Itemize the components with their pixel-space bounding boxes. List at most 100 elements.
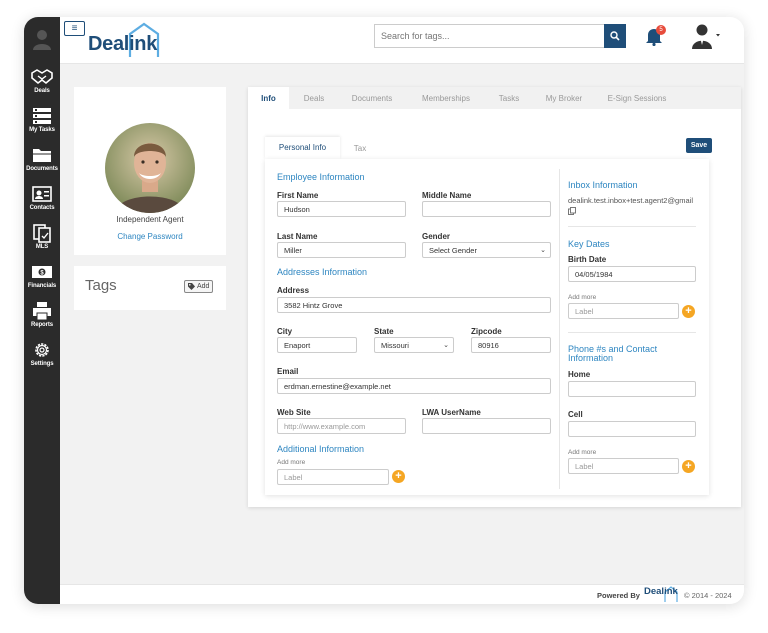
first-name-field[interactable]: Hudson — [277, 201, 406, 217]
search-input[interactable] — [374, 24, 604, 48]
sidebar-item-label: MLS — [35, 244, 49, 250]
sidebar-item-deals[interactable]: Deals — [24, 67, 60, 103]
powered-by-text: Powered By — [597, 591, 640, 600]
chevron-down-icon: ⌄ — [540, 247, 546, 254]
money-icon: $ — [32, 266, 52, 278]
add-more-label: Add more — [277, 459, 306, 466]
sidebar-item-label: My Tasks — [29, 127, 55, 133]
tasks-icon — [33, 108, 51, 124]
lwa-username-field[interactable] — [422, 418, 551, 434]
save-button[interactable]: Save — [686, 138, 712, 153]
copyright-text: © 2014 - 2024 — [684, 591, 732, 600]
address-field[interactable]: 3582 Hintz Grove — [277, 297, 551, 313]
employee-info-title: Employee Information — [277, 172, 365, 182]
zipcode-label: Zipcode — [471, 327, 502, 336]
add-more-label: Add more — [568, 449, 597, 456]
key-dates-divider — [568, 332, 696, 333]
home-phone-field[interactable] — [568, 381, 696, 397]
add-additional-info-button[interactable]: + — [392, 470, 405, 483]
copy-icon[interactable] — [568, 207, 576, 215]
sidebar-item-documents[interactable]: Documents — [24, 145, 60, 181]
column-divider — [559, 169, 560, 489]
sidebar-item-mls[interactable]: MLS — [24, 223, 60, 259]
plus-icon: + — [685, 305, 692, 317]
last-name-label: Last Name — [277, 232, 318, 241]
state-select-value: Missouri — [381, 340, 409, 350]
add-tag-button[interactable]: Add — [184, 280, 214, 293]
contact-label-field[interactable]: Label — [568, 458, 679, 474]
subtabs-bar: Personal Info Tax — [265, 137, 709, 159]
gender-label: Gender — [422, 232, 451, 241]
search-icon — [610, 31, 620, 41]
profile-content-card: Info Deals Documents Memberships Tasks M… — [248, 87, 741, 507]
birth-date-field[interactable]: 04/05/1984 — [568, 266, 696, 282]
hamburger-menu-button[interactable]: ≡ — [64, 21, 85, 36]
plus-icon: + — [395, 470, 402, 482]
profile-photo-image — [105, 123, 195, 213]
subtab-tax[interactable]: Tax — [343, 137, 377, 159]
mls-icon — [33, 224, 51, 243]
key-date-label-field[interactable]: Label — [568, 303, 679, 319]
tab-e-sign-sessions[interactable]: E-Sign Sessions — [603, 87, 671, 109]
sidebar-item-label: Reports — [31, 322, 53, 328]
profile-photo[interactable] — [105, 123, 195, 213]
sidebar-item-my-tasks[interactable]: My Tasks — [24, 106, 60, 142]
tab-memberships[interactable]: Memberships — [414, 87, 478, 109]
tab-info[interactable]: Info — [248, 87, 289, 109]
tab-tasks[interactable]: Tasks — [491, 87, 527, 109]
zipcode-field[interactable]: 80916 — [471, 337, 551, 353]
add-key-date-button[interactable]: + — [682, 305, 695, 318]
tags-card: Tags Add — [74, 266, 226, 310]
sidebar-avatar[interactable] — [24, 17, 60, 61]
footer-dealink-logo[interactable]: Dealink — [644, 586, 678, 597]
tabs-bar: Info Deals Documents Memberships Tasks M… — [248, 87, 741, 109]
last-name-field[interactable]: Miller — [277, 242, 406, 258]
tag-icon — [188, 283, 195, 290]
search-button[interactable] — [604, 24, 626, 48]
tab-my-broker[interactable]: My Broker — [537, 87, 591, 109]
cell-phone-field[interactable] — [568, 421, 696, 437]
tab-documents[interactable]: Documents — [344, 87, 400, 109]
website-field[interactable]: http://www.example.com — [277, 418, 406, 434]
main-area: ≡ Dealink 5 — [60, 17, 744, 604]
profile-card: Independent Agent Change Password — [74, 87, 226, 255]
additional-info-title: Additional Information — [277, 444, 365, 454]
gear-icon — [35, 343, 49, 357]
sidebar-item-contacts[interactable]: Contacts — [24, 184, 60, 220]
first-name-label: First Name — [277, 191, 319, 200]
add-contact-button[interactable]: + — [682, 460, 695, 473]
cell-phone-label: Cell — [568, 410, 583, 419]
state-select[interactable]: Missouri ⌄ — [374, 337, 454, 353]
footer: Powered By Dealink © 2014 - 2024 — [60, 584, 744, 604]
change-password-link[interactable]: Change Password — [74, 232, 226, 241]
inbox-info-title: Inbox Information — [568, 180, 638, 190]
sidebar-item-settings[interactable]: Settings — [24, 340, 60, 376]
city-label: City — [277, 327, 293, 336]
inbox-divider — [568, 226, 696, 227]
birth-date-label: Birth Date — [568, 255, 607, 264]
user-menu-icon[interactable] — [690, 23, 722, 49]
sidebar: Deals My Tasks Documents Contacts MLS $ … — [24, 17, 60, 604]
sidebar-item-financials[interactable]: $ Financials — [24, 262, 60, 298]
addresses-info-title: Addresses Information — [277, 267, 368, 277]
email-field[interactable]: erdman.ernestine@example.net — [277, 378, 551, 394]
city-field[interactable]: Enaport — [277, 337, 357, 353]
tab-deals[interactable]: Deals — [294, 87, 334, 109]
sidebar-item-reports[interactable]: Reports — [24, 301, 60, 337]
address-label: Address — [277, 286, 310, 295]
subtab-personal-info[interactable]: Personal Info — [265, 137, 340, 159]
inbox-email: dealink.test.inbox+test.agent2@gmail — [568, 196, 693, 205]
phone-contact-title: Phone #s and Contact Information — [568, 344, 658, 363]
middle-name-field[interactable] — [422, 201, 551, 217]
contact-card-icon — [32, 186, 52, 202]
personal-info-panel: Employee Information First Name Hudson M… — [265, 159, 709, 495]
header: ≡ Dealink 5 — [60, 17, 744, 64]
home-phone-label: Home — [568, 370, 591, 379]
dealink-logo[interactable]: Dealink — [88, 33, 157, 56]
additional-label-field[interactable]: Label — [277, 469, 389, 485]
profile-role: Independent Agent — [116, 215, 184, 224]
gender-select[interactable]: Select Gender ⌄ — [422, 242, 551, 258]
sidebar-item-label: Contacts — [29, 205, 55, 211]
state-label: State — [374, 327, 394, 336]
website-label: Web Site — [277, 408, 311, 417]
